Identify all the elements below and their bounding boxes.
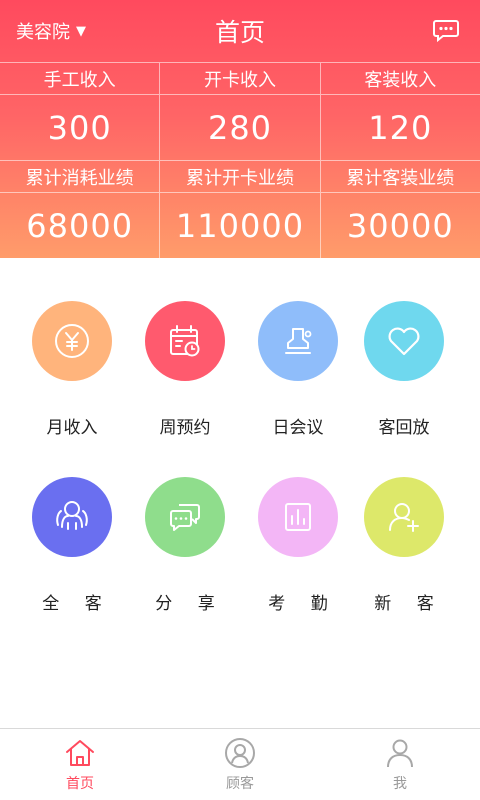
- stat-label: 累计开卡业绩: [160, 161, 321, 192]
- stat-label: 客装收入: [364, 69, 437, 91]
- stat-value: 68000: [0, 193, 161, 259]
- add-user-icon: [389, 503, 419, 532]
- feature-grid: 月收入 周预约 日会议 客回放 全 客 分 享 考 勤 新 客: [0, 258, 480, 728]
- tab-home[interactable]: 首页: [0, 729, 160, 800]
- feature-label: 新 客: [374, 594, 444, 614]
- all-customers-icon: [56, 501, 88, 530]
- calendar-clock-icon: [170, 325, 200, 357]
- stat-value: 30000: [346, 207, 454, 245]
- feature-new-customer[interactable]: 新 客: [344, 477, 464, 614]
- feature-customer-review[interactable]: 客回放: [344, 301, 464, 438]
- meeting-stamp-icon: [285, 328, 312, 354]
- attendance-chart-icon: [285, 503, 311, 531]
- feature-label: 客回放: [378, 418, 430, 438]
- tab-me[interactable]: 我: [320, 729, 480, 800]
- feature-daily-meeting[interactable]: 日会议: [238, 301, 358, 438]
- feature-label: 分 享: [155, 594, 225, 614]
- feature-weekly-booking[interactable]: 周预约: [125, 301, 245, 438]
- tab-label: 我: [393, 776, 407, 792]
- feature-circle[interactable]: [32, 477, 112, 557]
- stat-value: 120: [368, 108, 433, 147]
- feature-monthly-income[interactable]: 月收入: [12, 301, 132, 438]
- feature-all-customers[interactable]: 全 客: [12, 477, 132, 614]
- stat-label: 开卡收入: [160, 63, 321, 94]
- stats-label-row: 手工收入 开卡收入 客装收入: [0, 63, 480, 95]
- home-icon: [66, 740, 94, 766]
- tab-label: 顾客: [226, 776, 254, 792]
- profile-icon: [387, 739, 413, 768]
- tab-customers[interactable]: 顾客: [160, 729, 320, 800]
- summary-panel: 美容院 ▼ 首页 手工收入 开卡收入 客装收入 300 280 120 累计消耗…: [0, 0, 480, 259]
- stats-value-row: 300 280 120: [0, 95, 480, 161]
- feature-label: 考 勤: [268, 594, 338, 614]
- feature-circle[interactable]: [364, 477, 444, 557]
- stat-label: 手工收入: [0, 63, 161, 94]
- tab-label: 首页: [66, 776, 94, 792]
- feature-label: 月收入: [46, 418, 98, 438]
- feature-circle[interactable]: [145, 301, 225, 381]
- feature-circle[interactable]: [258, 477, 338, 557]
- feature-circle[interactable]: [32, 301, 112, 381]
- stats-grid: 手工收入 开卡收入 客装收入 300 280 120 累计消耗业绩 累计开卡业绩…: [0, 62, 480, 259]
- feature-circle[interactable]: [145, 477, 225, 557]
- feature-attendance[interactable]: 考 勤: [238, 477, 358, 614]
- feature-circle[interactable]: [258, 301, 338, 381]
- app-header: 美容院 ▼ 首页: [0, 0, 480, 62]
- stats-value-row: 68000 110000 30000: [0, 193, 480, 259]
- heart-icon: [388, 327, 420, 356]
- bottom-nav: 首页 顾客 我: [0, 728, 480, 800]
- stats-label-row: 累计消耗业绩 累计开卡业绩 累计客装业绩: [0, 161, 480, 193]
- feature-circle[interactable]: [364, 301, 444, 381]
- stat-label: 累计消耗业绩: [0, 161, 161, 192]
- feature-label: 周预约: [159, 418, 211, 438]
- yuan-coin-icon: [55, 324, 89, 358]
- stat-value: 280: [160, 95, 321, 160]
- stat-label: 累计客装业绩: [346, 167, 455, 189]
- feature-label: 日会议: [272, 418, 324, 438]
- stat-value: 300: [0, 95, 161, 160]
- page-title: 首页: [214, 18, 265, 47]
- stat-value: 110000: [160, 193, 321, 259]
- customer-icon: [225, 738, 255, 768]
- feature-share[interactable]: 分 享: [125, 477, 245, 614]
- feature-label: 全 客: [42, 594, 112, 614]
- message-icon[interactable]: [432, 16, 460, 44]
- chat-bubbles-icon: [170, 504, 200, 531]
